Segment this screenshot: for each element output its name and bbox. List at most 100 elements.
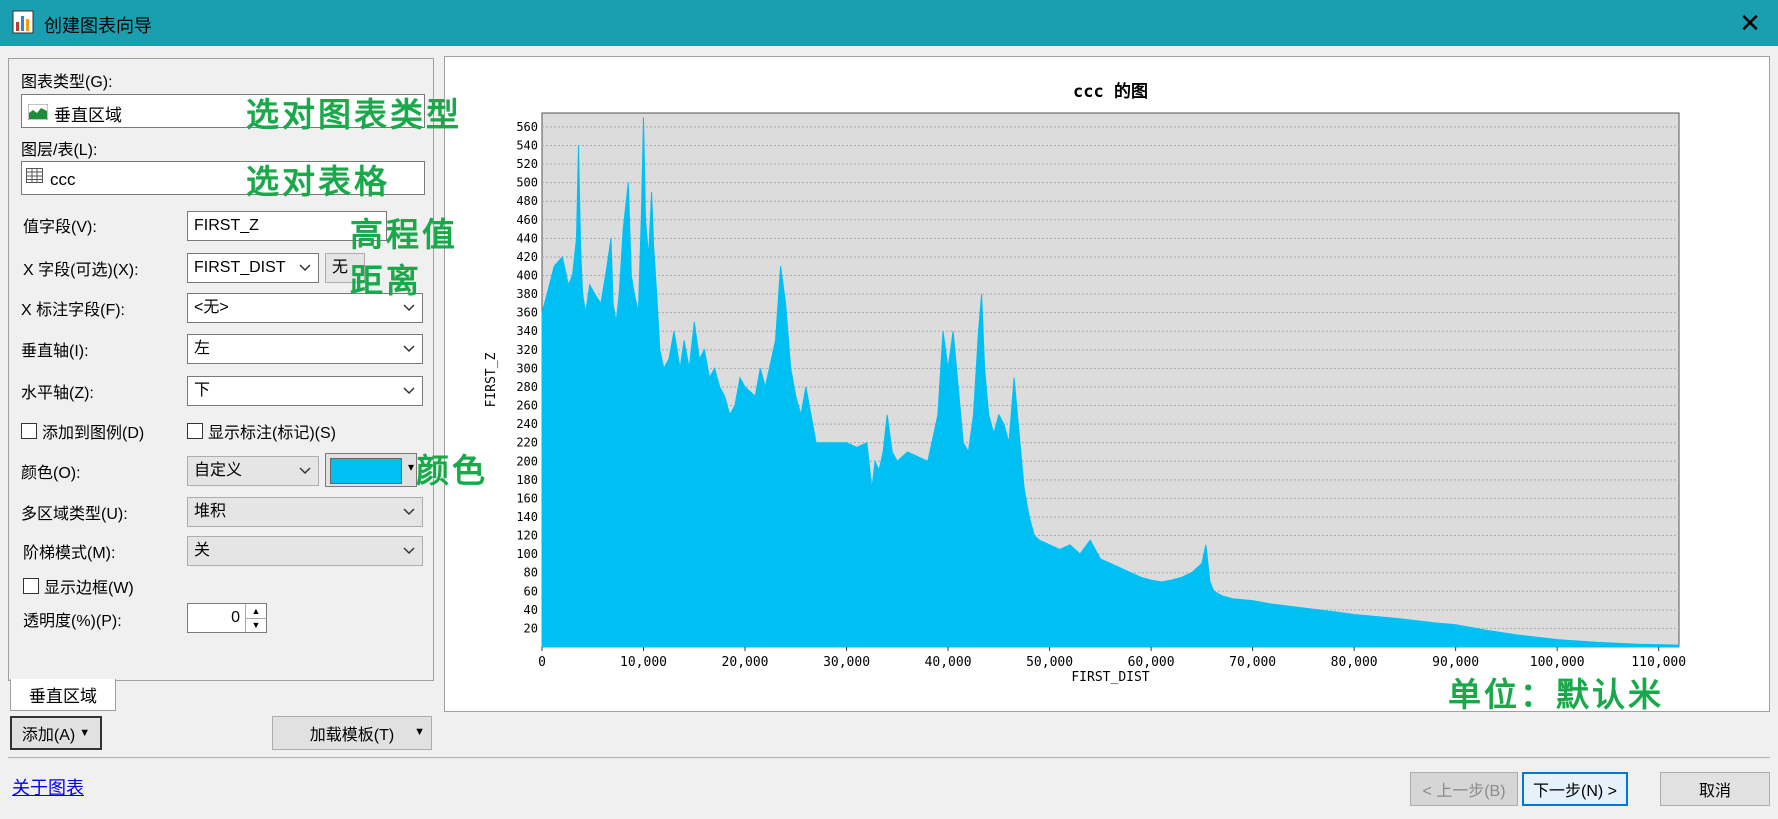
transparency-label: 透明度(%)(P): xyxy=(23,613,122,630)
y-tick-label: 300 xyxy=(516,361,538,375)
layer-value: ccc xyxy=(50,170,76,189)
about-chart-link[interactable]: 关于图表 xyxy=(12,774,84,800)
window-title: 创建图表向导 xyxy=(44,16,152,36)
x-tick-label: 70,000 xyxy=(1229,655,1276,670)
load-template-label: 加载模板(T) xyxy=(309,727,395,744)
chart-type-label: 图表类型(G): xyxy=(21,74,113,91)
show-labels-label: 显示标注(标记)(S) xyxy=(208,425,336,442)
y-tick-label: 460 xyxy=(516,213,538,227)
close-icon: ✕ xyxy=(1739,7,1761,38)
x-tick-label: 10,000 xyxy=(620,655,667,670)
chevron-down-icon xyxy=(299,467,311,475)
y-tick-label: 320 xyxy=(516,343,538,357)
multi-area-type-combo[interactable]: 堆积 xyxy=(187,497,423,527)
tab-vertical-area[interactable]: 垂直区域 xyxy=(10,679,116,711)
annotation-units: 单位：默认米 xyxy=(1448,675,1664,714)
chevron-down-icon xyxy=(403,345,415,353)
y-tick-label: 500 xyxy=(516,176,538,190)
y-tick-label: 440 xyxy=(516,231,538,245)
area-chart: 20 40 60 80 100 120 140 160 180 200 220 240 260 280 30… xyxy=(484,81,1686,685)
checkbox-box xyxy=(21,423,37,439)
annotation-pick-type: 选对图表类型 xyxy=(246,95,462,134)
step-mode-value: 关 xyxy=(194,542,211,559)
color-label: 颜色(O): xyxy=(21,465,81,482)
x-field-extra-label: 无 xyxy=(332,259,349,276)
checkbox-box xyxy=(23,578,39,594)
y-tick-label: 260 xyxy=(516,399,538,413)
x-tick-label: 0 xyxy=(538,655,546,670)
x-axis-label: FIRST_DIST xyxy=(1071,670,1149,685)
load-template-button[interactable]: 加载模板(T) ▼ xyxy=(272,716,432,750)
table-icon xyxy=(26,168,43,183)
x-tick-label: 20,000 xyxy=(722,655,769,670)
back-button-label: < 上一步(B) xyxy=(1422,783,1506,800)
annotation-elevation: 高程值 xyxy=(350,215,458,254)
y-tick-label: 60 xyxy=(524,584,538,598)
chevron-down-icon xyxy=(403,508,415,516)
step-mode-label: 阶梯模式(M): xyxy=(23,545,116,562)
y-tick-label: 480 xyxy=(516,194,538,208)
next-button[interactable]: 下一步(N) > xyxy=(1522,772,1628,806)
y-tick-label: 20 xyxy=(524,621,538,635)
chevron-down-icon xyxy=(403,387,415,395)
color-swatch xyxy=(330,458,402,484)
back-button[interactable]: < 上一步(B) xyxy=(1410,772,1518,806)
dropdown-arrow-icon: ▼ xyxy=(79,727,91,739)
next-button-label: 下一步(N) > xyxy=(1532,783,1617,800)
color-mode-value: 自定义 xyxy=(194,462,243,479)
spin-up-icon[interactable]: ▲ xyxy=(246,604,266,619)
x-tick-label: 30,000 xyxy=(823,655,870,670)
add-to-legend-checkbox[interactable]: 添加到图例(D) xyxy=(21,419,144,443)
vertical-axis-combo[interactable]: 左 xyxy=(187,334,423,364)
chart-type-value: 垂直区域 xyxy=(54,106,122,125)
show-labels-checkbox[interactable]: 显示标注(标记)(S) xyxy=(187,419,336,443)
x-tick-label: 80,000 xyxy=(1331,655,1378,670)
y-tick-label: 240 xyxy=(516,417,538,431)
y-tick-label: 280 xyxy=(516,380,538,394)
y-tick-label: 140 xyxy=(516,510,538,524)
color-mode-combo[interactable]: 自定义 xyxy=(187,456,319,486)
area-chart-icon xyxy=(28,104,48,120)
cancel-button-label: 取消 xyxy=(1698,783,1731,800)
x-label-field-label: X 标注字段(F): xyxy=(21,302,125,319)
chart-settings-pane: 图表类型(G): 垂直区域 图层/表(L): ccc 值字段(V): FIRST… xyxy=(8,58,434,681)
color-picker-button[interactable]: ▾ xyxy=(325,453,417,487)
cancel-button[interactable]: 取消 xyxy=(1660,772,1770,806)
y-tick-label: 420 xyxy=(516,250,538,264)
add-button[interactable]: 添加(A) ▼ xyxy=(10,716,102,750)
y-tick-label: 360 xyxy=(516,306,538,320)
multi-area-type-label: 多区域类型(U): xyxy=(21,506,128,523)
x-label-field-value: <无> xyxy=(194,299,229,316)
y-tick-label: 160 xyxy=(516,491,538,505)
value-field-value: FIRST_Z xyxy=(194,217,259,234)
vertical-axis-label: 垂直轴(I): xyxy=(21,343,89,360)
x-tick-label: 60,000 xyxy=(1128,655,1175,670)
spin-down-icon[interactable]: ▼ xyxy=(246,619,266,632)
y-tick-label: 400 xyxy=(516,269,538,283)
footer-separator xyxy=(8,757,1770,758)
x-field-label: X 字段(可选)(X): xyxy=(23,262,139,279)
transparency-spinner[interactable]: 0 ▲ ▼ xyxy=(187,603,267,633)
y-axis-label: FIRST_Z xyxy=(484,352,499,407)
y-tick-label: 520 xyxy=(516,157,538,171)
value-field-label: 值字段(V): xyxy=(23,219,97,236)
chart-preview-panel: 20 40 60 80 100 120 140 160 180 200 220 240 260 280 30… xyxy=(444,56,1770,712)
y-tick-label: 80 xyxy=(524,566,538,580)
horizontal-axis-value: 下 xyxy=(194,382,211,399)
step-mode-combo[interactable]: 关 xyxy=(187,536,423,566)
x-field-value: FIRST_DIST xyxy=(194,259,286,276)
y-tick-label: 40 xyxy=(524,603,538,617)
y-tick-label: 200 xyxy=(516,454,538,468)
chart-title: ccc 的图 xyxy=(1073,81,1148,102)
annotation-pick-table: 选对表格 xyxy=(246,162,390,201)
dropdown-arrow-icon: ▼ xyxy=(414,726,425,738)
show-border-checkbox[interactable]: 显示边框(W) xyxy=(23,574,134,598)
y-tick-label: 340 xyxy=(516,324,538,338)
x-field-combo[interactable]: FIRST_DIST xyxy=(187,253,319,283)
tab-label: 垂直区域 xyxy=(29,687,97,706)
y-tick-label: 560 xyxy=(516,120,538,134)
layer-label: 图层/表(L): xyxy=(21,142,98,159)
close-button[interactable]: ✕ xyxy=(1722,0,1778,46)
add-to-legend-label: 添加到图例(D) xyxy=(42,425,145,442)
horizontal-axis-combo[interactable]: 下 xyxy=(187,376,423,406)
